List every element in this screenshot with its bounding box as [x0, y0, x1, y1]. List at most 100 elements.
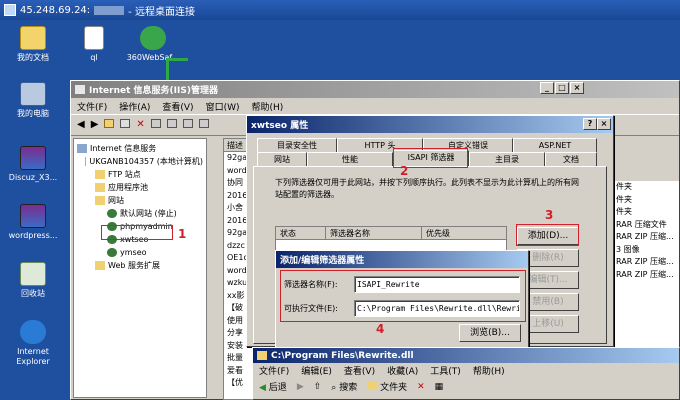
folder-icon [95, 261, 105, 270]
computer-icon [85, 157, 87, 166]
tab-documents[interactable]: 文档 [545, 152, 597, 166]
desktop-icon-ie[interactable]: Internet Explorer [2, 320, 64, 367]
archive-icon [20, 146, 46, 170]
refresh-icon[interactable] [166, 119, 177, 128]
browse-button[interactable]: 浏览(B)... [459, 324, 521, 342]
internet-explorer-icon [20, 320, 46, 344]
views-icon[interactable]: ▦ [435, 382, 444, 392]
console-icon[interactable] [120, 119, 131, 128]
iis-title: Internet 信息服务(IIS)管理器 [89, 86, 218, 96]
menu-view[interactable]: 查看(V) [162, 100, 193, 113]
tree-item-label: ymseo [120, 248, 147, 257]
tree-item-label: 默认网站 (停止) [120, 209, 177, 218]
menu-file[interactable]: 文件(F) [77, 100, 107, 113]
desktop-icon-discuz[interactable]: Discuz_X3... [2, 146, 64, 183]
menu-window[interactable]: 窗口(W) [206, 100, 240, 113]
menu-file[interactable]: 文件(F) [259, 364, 289, 377]
list-item[interactable]: RAR 压缩文件 [613, 219, 679, 232]
file-icon [84, 26, 104, 50]
list-item[interactable]: RAR ZIP 压缩... [613, 256, 679, 269]
shield-icon [140, 26, 166, 50]
list-item[interactable]: RAR ZIP 压缩... [613, 269, 679, 282]
menu-edit[interactable]: 编辑(E) [301, 364, 332, 377]
tree-item-label: 应用程序池 [108, 183, 148, 192]
desktop-icon-label: 我的文档 [17, 53, 49, 62]
help-title-button[interactable]: ? [583, 118, 597, 130]
close-button[interactable]: × [597, 118, 611, 130]
annotation-box-add [516, 224, 579, 246]
list-item[interactable]: 件夹 [613, 194, 679, 207]
export-icon[interactable] [182, 119, 193, 128]
maximize-button[interactable]: □ [555, 82, 569, 94]
folders-button[interactable]: 文件夹 [367, 380, 407, 393]
forward-arrow-icon[interactable]: ▶ [297, 382, 304, 392]
properties-title: xwtseo 属性 [251, 121, 309, 131]
search-button[interactable]: ⌕ 搜索 [331, 380, 357, 393]
desktop-icon-label: Discuz_X3... [8, 173, 58, 182]
desktop-file-ql[interactable]: ql [64, 26, 124, 63]
list-item[interactable]: RAR ZIP 压缩... [613, 231, 679, 244]
forward-arrow-icon[interactable]: ▶ [91, 119, 99, 131]
desktop-icon-wordpress[interactable]: wordpress... [2, 204, 64, 241]
minimize-button[interactable]: _ [540, 82, 554, 94]
explorer-toolbar: ◀ 后退 ▶ ⇧ ⌕ 搜索 文件夹 ✕ ▦ [253, 378, 679, 395]
menu-view[interactable]: 查看(V) [344, 364, 375, 377]
tree-item[interactable]: 网站 [77, 194, 203, 207]
menu-action[interactable]: 操作(A) [119, 100, 150, 113]
menu-help[interactable]: 帮助(H) [473, 364, 505, 377]
annotation-number-1: 1 [178, 227, 187, 241]
tree-item[interactable]: FTP 站点 [77, 168, 203, 181]
close-button[interactable]: × [570, 82, 584, 94]
filter-list-header: 状态 筛选器名称 优先级 [276, 227, 506, 240]
computer-icon [20, 82, 46, 106]
menu-tools[interactable]: 工具(T) [430, 364, 461, 377]
back-button[interactable]: ◀ 后退 [259, 380, 287, 393]
tree-pane: Internet 信息服务 UKGANB104357 (本地计算机) FTP 站… [73, 138, 207, 398]
properties-title-bar: xwtseo 属性 [247, 116, 613, 133]
delete-icon[interactable]: ✕ [417, 382, 425, 392]
column-filter-name[interactable]: 筛选器名称 [326, 227, 422, 239]
tab-performance[interactable]: 性能 [307, 152, 393, 166]
desktop-icon-label: wordpress... [8, 231, 58, 240]
folder-icon [95, 183, 105, 192]
up-folder-icon[interactable]: ⇧ [314, 382, 322, 392]
back-label: 后退 [268, 383, 287, 393]
tab-home-directory[interactable]: 主目录 [469, 152, 545, 166]
tree-item[interactable]: UKGANB104357 (本地计算机) [77, 155, 203, 168]
help-icon[interactable] [198, 119, 209, 128]
tree-item-label: 网站 [108, 196, 124, 205]
tree-item[interactable]: 默认网站 (停止) [77, 207, 203, 220]
list-item[interactable]: 件夹 [613, 181, 679, 194]
search-label: 搜索 [339, 383, 358, 393]
explorer-title-bar: C:\Program Files\Rewrite.dll [253, 348, 679, 363]
column-priority[interactable]: 优先级 [422, 227, 506, 239]
column-status[interactable]: 状态 [276, 227, 326, 239]
tree-item[interactable]: Internet 信息服务 [77, 142, 203, 155]
explorer-window: C:\Program Files\Rewrite.dll 文件(F) 编辑(E)… [252, 347, 680, 400]
list-item[interactable]: 3 图像 [613, 244, 679, 257]
delete-icon[interactable]: ✕ [136, 119, 144, 131]
desktop-icon-my-documents[interactable]: 我的文档 [2, 26, 64, 63]
tab-aspnet[interactable]: ASP.NET [513, 138, 597, 152]
tree-item[interactable]: Web 服务扩展 [77, 259, 203, 272]
list-item[interactable]: 件夹 [613, 206, 679, 219]
tree-item[interactable]: ymseo [77, 246, 203, 259]
search-icon: ⌕ [331, 383, 340, 393]
edit-filter-title-bar: 添加/编辑筛选器属性 [276, 251, 528, 268]
menu-favorites[interactable]: 收藏(A) [387, 364, 418, 377]
annotation-arrow [166, 58, 188, 61]
rdp-title-bar: 45.248.69.24: - 远程桌面连接 [0, 0, 680, 20]
menu-help[interactable]: 帮助(H) [252, 100, 284, 113]
back-arrow-icon[interactable]: ◀ [77, 119, 85, 131]
tab-directory-security[interactable]: 目录安全性 [257, 138, 337, 152]
desktop-icon-my-computer[interactable]: 我的电脑 [2, 82, 64, 119]
rdp-title-suffix: - 远程桌面连接 [128, 6, 195, 18]
tree-item[interactable]: 应用程序池 [77, 181, 203, 194]
tab-website[interactable]: 网站 [257, 152, 307, 166]
up-folder-icon[interactable] [104, 119, 115, 128]
properties-icon[interactable] [150, 119, 161, 128]
iis-menu-bar: 文件(F) 操作(A) 查看(V) 窗口(W) 帮助(H) [71, 98, 679, 115]
desktop-icon-recycle-bin[interactable]: 回收站 [2, 262, 64, 299]
annotation-number-2: 2 [400, 164, 409, 178]
rdp-icon [4, 4, 16, 16]
